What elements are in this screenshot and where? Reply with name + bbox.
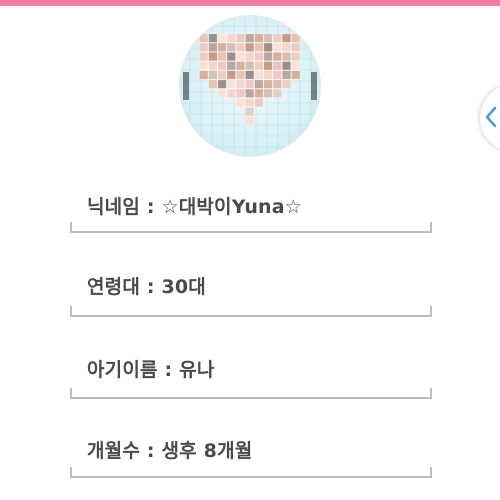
baby-name-field: 아기이름 : 유나 [70, 355, 432, 415]
collage-photo-tile [199, 61, 209, 71]
collage-photo-tile [291, 61, 301, 71]
collage-photo-tile [217, 70, 227, 80]
age-group-field: 연령대 : 30대 [70, 272, 432, 332]
collage-photo-tile [245, 70, 255, 80]
collage-photo-tile [263, 88, 273, 98]
collage-photo-tile [199, 51, 209, 62]
collage-photo-tile [281, 70, 292, 80]
collage-photo-tile [235, 33, 246, 43]
collage-photo-tile [263, 79, 273, 89]
collage-photo-tile [263, 70, 273, 80]
heart-photo-collage-icon [180, 16, 320, 156]
collage-photo-tile [235, 88, 246, 98]
collage-photo-tile [254, 42, 264, 52]
collage-photo-tile [226, 88, 236, 98]
collage-photo-tile [281, 51, 292, 62]
collage-photo-tile [245, 107, 255, 117]
collage-photo-tile [245, 51, 255, 62]
collage-photo-tile [272, 42, 282, 52]
collage-photo-tile [281, 42, 292, 52]
collage-photo-tile [263, 51, 273, 62]
collage-photo-tile [291, 42, 301, 52]
collage-photo-tile [245, 97, 255, 108]
collage-photo-tile [208, 70, 218, 80]
collage-photo-tile [263, 42, 273, 52]
collage-photo-tile [226, 51, 236, 62]
collage-photo-tile [199, 33, 209, 43]
collage-photo-tile [235, 70, 246, 80]
collage-photo-tile [199, 42, 209, 52]
collage-photo-tile [245, 116, 255, 126]
collage-photo-tile [245, 79, 255, 89]
baby-name-label: 아기이름 : 유나 [87, 359, 215, 381]
drawer-handle[interactable] [480, 84, 500, 152]
collage-photo-tile [245, 42, 255, 52]
baby-age-months-label: 개월수 : 생후 8개월 [87, 440, 253, 462]
baby-age-months-field: 개월수 : 생후 8개월 [70, 436, 432, 496]
collage-photo-tile [226, 42, 236, 52]
collage-photo-tile [217, 61, 227, 71]
baby-name-underline [70, 388, 432, 399]
top-accent-bar [0, 0, 500, 6]
collage-photo-tile [263, 61, 273, 71]
profile-photo[interactable] [180, 16, 320, 156]
collage-photo-tile [272, 61, 282, 71]
collage-photo-tile [226, 70, 236, 80]
collage-photo-tile [254, 97, 264, 108]
collage-photo-tile [235, 97, 246, 108]
collage-photo-tile [291, 70, 301, 80]
collage-photo-tile [226, 79, 236, 89]
collage-photo-tile [235, 51, 246, 62]
collage-photo-tile [272, 70, 282, 80]
nickname-underline [70, 222, 432, 233]
collage-photo-tile [208, 51, 218, 62]
collage-photo-tile [226, 61, 236, 71]
collage-photo-tile [254, 79, 264, 89]
collage-photo-tile [281, 33, 292, 43]
collage-photo-tile [245, 61, 255, 71]
collage-photo-tile [272, 79, 282, 89]
collage-photo-tile [217, 33, 227, 43]
collage-photo-tile [235, 79, 246, 89]
collage-photo-tile [291, 33, 301, 43]
collage-photo-tile [245, 88, 255, 98]
collage-photo-tile [208, 79, 218, 89]
collage-photo-tile [254, 88, 264, 98]
collage-photo-tile [217, 51, 227, 62]
collage-photo-tile [272, 51, 282, 62]
age-group-underline [70, 306, 432, 317]
collage-photo-tile [217, 88, 227, 98]
collage-photo-tile [208, 61, 218, 71]
collage-edge-shadow [311, 72, 317, 100]
collage-photo-tile [208, 33, 218, 43]
nickname-label: 닉네임 : ☆대박이Yuna☆ [87, 196, 303, 218]
collage-photo-tile [208, 42, 218, 52]
collage-photo-tile [281, 61, 292, 71]
collage-photo-tile [254, 70, 264, 80]
collage-photo-tile [235, 42, 246, 52]
collage-photo-tile [263, 33, 273, 43]
nickname-field: 닉네임 : ☆대박이Yuna☆ [70, 192, 432, 252]
baby-age-months-underline [70, 467, 432, 478]
collage-photo-tile [254, 61, 264, 71]
chevron-left-icon [485, 106, 497, 128]
collage-photo-tile [226, 33, 236, 43]
collage-photo-tile [217, 79, 227, 89]
collage-photo-tile [217, 42, 227, 52]
collage-photo-tile [235, 61, 246, 71]
collage-photo-tile [272, 88, 282, 98]
collage-photo-tile [199, 70, 209, 80]
collage-photo-tile [291, 51, 301, 62]
collage-photo-tile [254, 51, 264, 62]
collage-edge-shadow [183, 72, 189, 100]
age-group-label: 연령대 : 30대 [87, 276, 206, 298]
collage-photo-tile [281, 79, 292, 89]
collage-photo-tile [254, 33, 264, 43]
collage-photo-tile [272, 33, 282, 43]
collage-photo-tile [245, 33, 255, 43]
